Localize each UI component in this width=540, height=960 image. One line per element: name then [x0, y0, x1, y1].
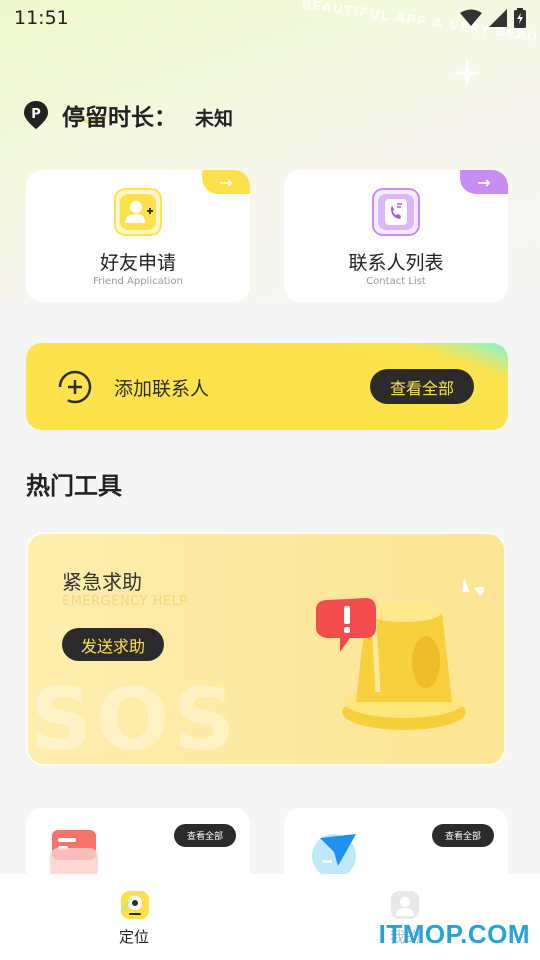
contact-list-title: 联系人列表: [348, 252, 444, 274]
status-time: 11:51: [14, 7, 69, 29]
siren-alarm-icon: [316, 578, 484, 730]
svg-text:P: P: [31, 107, 41, 122]
arrow-right-icon: →: [460, 170, 508, 194]
hot-tools-title: 热门工具: [26, 472, 122, 500]
view-all-button[interactable]: 查看全部: [432, 824, 494, 847]
duration-value: 未知: [195, 107, 234, 130]
duration-label: 停留时长：: [62, 105, 177, 131]
stay-duration-row: P 停留时长： 未知: [24, 98, 233, 132]
status-bar: 11:51: [0, 0, 540, 36]
sparkle-icon: [452, 58, 482, 88]
battery-icon: [514, 8, 526, 28]
friend-application-title: 好友申请: [99, 252, 176, 274]
emergency-title: 紧急求助: [62, 570, 142, 594]
wifi-icon: [460, 9, 482, 26]
emergency-subtitle: EMERGENCY HELP: [62, 594, 188, 609]
add-circle-icon: [58, 370, 92, 404]
nav-label-location: 定位: [118, 928, 149, 946]
send-arrow-icon: [312, 834, 356, 878]
watermark-logo: ITMOP.COM: [378, 919, 530, 949]
profile-icon: [391, 891, 419, 919]
location-icon: [120, 891, 149, 919]
view-all-button[interactable]: 查看全部: [174, 824, 236, 847]
contact-list-subtitle: Contact List: [366, 276, 426, 287]
view-all-button[interactable]: 查看全部: [370, 369, 474, 404]
add-contact-label: 添加联系人: [114, 378, 210, 400]
emergency-help-card[interactable]: SOS 紧急求助 EMERGENCY HELP 发送求助: [26, 532, 506, 766]
mail-icon: [50, 830, 98, 878]
friend-application-card[interactable]: → 好友申请 Friend Application: [26, 170, 250, 302]
status-icons: [460, 8, 526, 28]
arrow-right-icon: →: [202, 170, 250, 194]
send-help-button[interactable]: 发送求助: [62, 628, 164, 661]
friend-application-subtitle: Friend Application: [93, 276, 183, 287]
signal-icon: [489, 9, 507, 27]
add-friend-icon: [114, 188, 162, 236]
add-contact-banner[interactable]: 添加联系人 查看全部: [26, 343, 508, 430]
contact-list-card[interactable]: → 联系人列表 Contact List: [284, 170, 508, 302]
sos-background-text: SOS: [30, 670, 239, 766]
parking-pin-icon: P: [24, 101, 48, 129]
contact-phone-icon: [372, 188, 420, 236]
nav-item-location[interactable]: 定位: [0, 874, 270, 960]
